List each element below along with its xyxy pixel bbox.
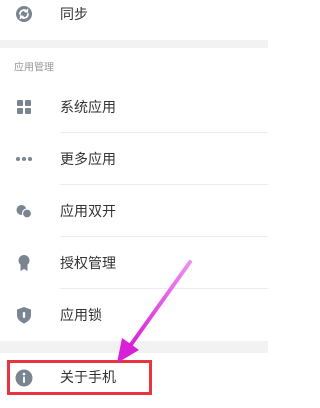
pointer-arrow-icon bbox=[117, 260, 192, 363]
